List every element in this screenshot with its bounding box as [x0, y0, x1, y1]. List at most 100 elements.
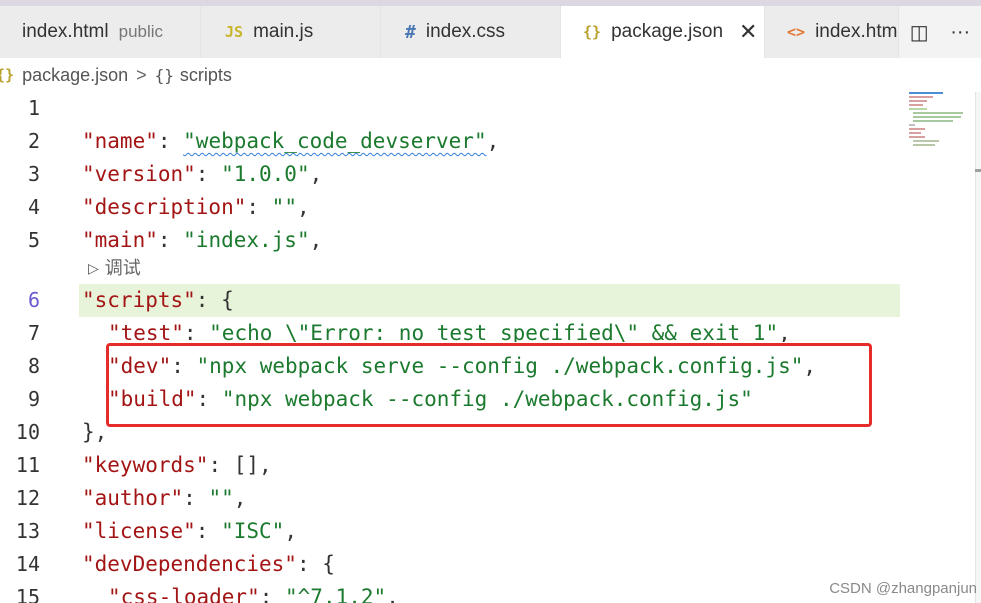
json-punct: ,: [233, 486, 247, 510]
code-line: 6 "scripts": {: [0, 284, 900, 317]
json-file-icon: {}: [0, 66, 15, 84]
line-number: 10: [15, 420, 40, 444]
tab-label: index.css: [425, 21, 506, 42]
json-string: "webpack_code_devserver": [183, 129, 487, 153]
json-key: "name": [82, 129, 158, 153]
json-punct: ,: [486, 129, 500, 153]
tab-bar: index.html public JS main.js # index.css…: [0, 6, 981, 58]
line-number: 5: [27, 228, 40, 252]
json-punct: : {: [296, 552, 335, 576]
code-line: 5 "main": "index.js",: [0, 224, 900, 257]
code-text: "license": "ISC",: [82, 519, 297, 543]
json-string: "^7.1.2": [285, 585, 387, 603]
tab-label: index.html: [22, 21, 109, 42]
json-punct: : {: [195, 288, 234, 312]
minimap-line: [913, 120, 953, 122]
breadcrumb: {} package.json > {} scripts: [0, 58, 981, 92]
json-string: "index.js": [183, 228, 310, 252]
line-number: 3: [27, 162, 40, 186]
json-string: "": [271, 195, 297, 219]
css-file-icon: #: [405, 21, 416, 43]
json-key: "main": [82, 228, 158, 252]
code-text: "test": "echo \"Error: no test specified…: [108, 317, 791, 342]
object-node-icon: {}: [154, 65, 174, 85]
code-text: "main": "index.js",: [82, 228, 323, 252]
code-line: 15 "css-loader": "^7.1.2",: [0, 581, 900, 603]
code-line: 11 "keywords": [],: [0, 449, 900, 482]
minimap-line: [913, 112, 963, 114]
breadcrumb-node[interactable]: scripts: [180, 65, 232, 86]
code-text: "author": "",: [82, 486, 247, 510]
json-key: "test": [108, 321, 184, 342]
tab-package-json[interactable]: {} package.json ✕: [561, 6, 765, 58]
json-punct: ,: [778, 321, 791, 342]
json-file-icon: {}: [583, 23, 602, 41]
minimap-line: [909, 124, 915, 126]
tab-index-css[interactable]: # index.css: [381, 6, 561, 58]
minimap-line: [913, 116, 961, 118]
minimap[interactable]: [905, 92, 975, 152]
tab-index-htm[interactable]: <> index.htm: [765, 6, 899, 58]
line-number: 11: [15, 453, 40, 477]
minimap-line: [909, 92, 943, 94]
js-file-icon: JS: [225, 23, 244, 41]
code-line: 7 "test": "echo \"Error: no test specifi…: [0, 317, 900, 342]
code-line: 2 "name": "webpack_code_devserver",: [0, 125, 900, 158]
tab-main-js[interactable]: JS main.js: [201, 6, 381, 58]
line-number: 8: [27, 354, 40, 378]
scrollbar-thumb[interactable]: [975, 169, 981, 172]
line-number: 2: [27, 129, 40, 153]
line-number: 12: [15, 486, 40, 510]
json-string: "echo \"Error: no test specified\" && ex…: [209, 321, 779, 342]
code-line: 4 "description": "",: [0, 191, 900, 224]
line-number: 15: [15, 585, 40, 603]
json-key: "version": [82, 162, 196, 186]
tab-label: package.json: [611, 21, 724, 42]
json-punct: ,: [296, 195, 310, 219]
json-punct: ,: [309, 228, 323, 252]
tab-label: main.js: [253, 21, 314, 42]
json-punct: ,: [309, 162, 323, 186]
split-editor-icon[interactable]: ◫: [910, 20, 929, 45]
json-key: "keywords": [82, 453, 209, 477]
json-string: "1.0.0": [221, 162, 310, 186]
code-line: 14 "devDependencies": {: [0, 548, 900, 581]
code-line: 3 "version": "1.0.0",: [0, 158, 900, 191]
json-key: "description": [82, 195, 247, 219]
line-number: 9: [27, 387, 40, 411]
debug-codelens[interactable]: ▷ 调试: [88, 255, 141, 281]
line-number: 7: [27, 321, 40, 342]
breadcrumb-file[interactable]: package.json: [22, 65, 128, 86]
code-text: },: [82, 416, 107, 449]
json-string: "ISC": [221, 519, 285, 543]
minimap-line: [913, 140, 939, 142]
json-punct: ,: [284, 519, 297, 543]
minimap-line: [913, 144, 935, 146]
code-text: "css-loader": "^7.1.2",: [108, 581, 399, 603]
line-number: 4: [27, 195, 40, 219]
json-key: "css-loader": [108, 585, 260, 603]
tab-sublabel: public: [118, 22, 164, 41]
json-key: "devDependencies": [82, 552, 297, 576]
minimap-line: [909, 104, 923, 106]
chevron-right-icon: >: [136, 64, 147, 85]
code-line: 1: [0, 92, 900, 125]
line-number: 14: [15, 552, 40, 576]
line-number: 13: [15, 519, 40, 543]
more-actions-icon[interactable]: ···: [950, 21, 970, 44]
code-line: 12 "author": "",: [0, 482, 900, 515]
minimap-line: [909, 96, 933, 98]
tab-index-html-public[interactable]: index.html public: [0, 6, 201, 58]
minimap-line: [909, 128, 925, 130]
code-text: "name": "webpack_code_devserver",: [82, 129, 500, 153]
watermark: CSDN @zhangpanjun: [829, 580, 977, 597]
annotation-highlight-box: [106, 343, 872, 427]
json-string: "": [208, 486, 234, 510]
json-key: "scripts": [82, 288, 196, 312]
code-text: "devDependencies": {: [82, 548, 335, 581]
json-key: "license": [82, 519, 196, 543]
code-text: "description": "",: [82, 195, 310, 219]
minimap-line: [909, 108, 927, 110]
close-icon[interactable]: ✕: [739, 19, 757, 45]
json-punct: ,: [386, 585, 399, 603]
